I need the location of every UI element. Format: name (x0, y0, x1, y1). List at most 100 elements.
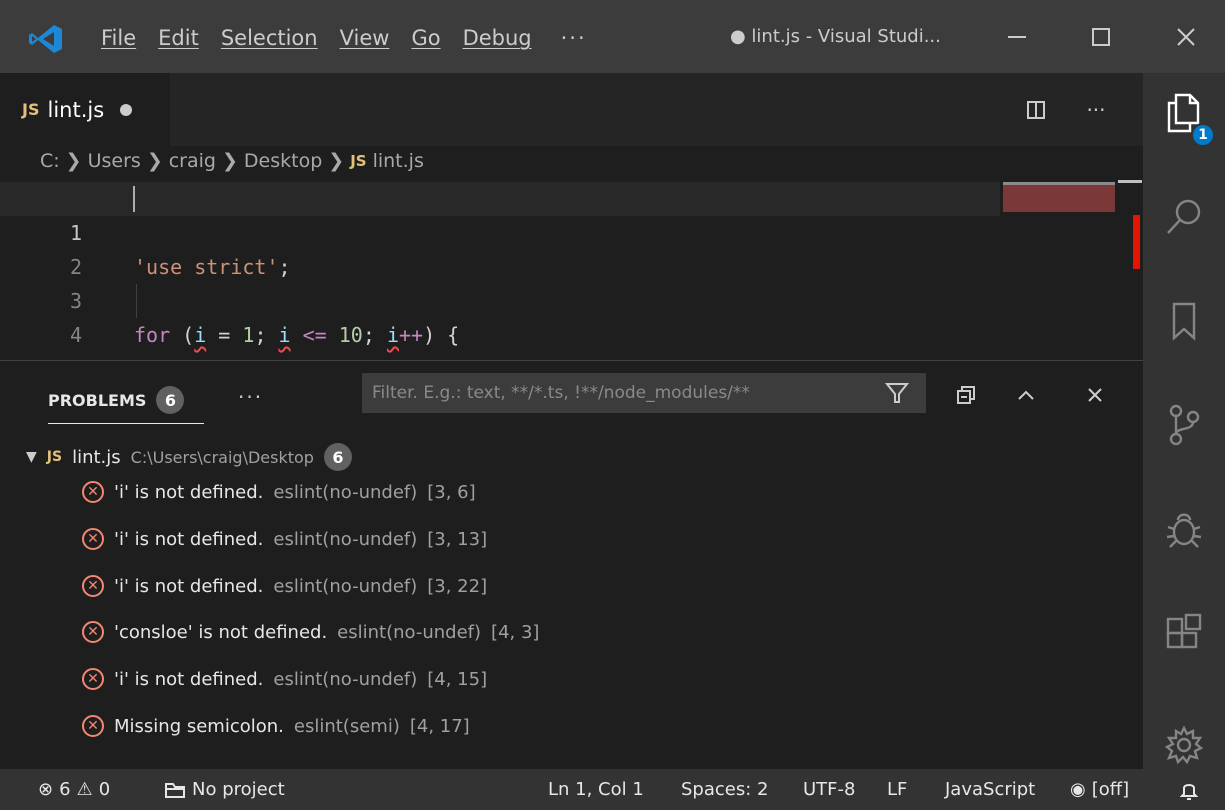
problem-message: 'i' is not defined. (114, 668, 264, 690)
live-share-label: [off] (1091, 779, 1130, 800)
close-icon (1177, 27, 1195, 46)
problems-file-count-badge: 6 (323, 443, 352, 471)
search-button[interactable] (1143, 177, 1225, 257)
close-window-button[interactable] (1150, 0, 1222, 73)
js-file-icon: JS (46, 449, 63, 465)
explorer-badge: 1 (1191, 123, 1215, 147)
filter-placeholder: Filter. E.g.: text, **/*.ts, !**/node_mo… (372, 383, 750, 403)
source-control-button[interactable] (1143, 385, 1225, 465)
problem-position: [4, 17] (409, 715, 470, 737)
extensions-button[interactable] (1143, 593, 1225, 673)
code-editor[interactable]: 1 'use strict'; 2 3 for (i = 1; i <= 10;… (0, 182, 1143, 415)
broadcast-icon: ◉ (1070, 779, 1086, 800)
warning-count: 0 (98, 779, 111, 800)
tab-lint-js[interactable]: JS lint.js (0, 73, 170, 146)
chevron-up-icon (1018, 390, 1034, 400)
project-label: No project (192, 779, 285, 800)
panel-more-button[interactable]: ··· (238, 385, 263, 409)
menu-file[interactable]: File (90, 24, 147, 52)
language-status[interactable]: JavaScript (945, 769, 1035, 810)
unsaved-dot-icon[interactable] (120, 103, 133, 116)
menu-edit[interactable]: Edit (147, 24, 210, 52)
problems-panel: PROBLEMS 6 ··· Filter. E.g.: text, **/*.… (0, 360, 1143, 769)
debug-button[interactable] (1143, 489, 1225, 569)
bell-icon (1180, 783, 1198, 800)
eol-status[interactable]: LF (887, 769, 907, 810)
problems-status[interactable]: ⊗ 6 ⚠ 0 (38, 769, 110, 810)
menu-selection[interactable]: Selection (210, 24, 329, 52)
error-count: 6 (59, 779, 71, 800)
problem-item[interactable]: ✕ 'i' is not defined. eslint(no-undef) [… (82, 662, 487, 696)
breadcrumb-users[interactable]: Users (88, 150, 141, 172)
scrollbar-error-marker (1133, 215, 1140, 269)
live-share-status[interactable]: ◉ [off] (1070, 769, 1129, 810)
close-panel-button[interactable] (1075, 379, 1115, 411)
bookmarks-button[interactable] (1143, 281, 1225, 361)
code-line[interactable]: 5 } (0, 318, 1000, 415)
problem-position: [3, 6] (427, 481, 476, 503)
problem-item[interactable]: ✕ 'consloe' is not defined. eslint(no-un… (82, 615, 539, 649)
chevron-down-icon: ▼ (26, 449, 37, 465)
minimize-button[interactable] (981, 0, 1053, 73)
problem-item[interactable]: ✕ 'i' is not defined. eslint(no-undef) [… (82, 569, 487, 603)
error-icon: ⊗ (38, 779, 54, 800)
code-line[interactable]: 4 consloe.log(i) (0, 284, 1000, 381)
source-control-icon (1169, 404, 1200, 446)
problem-message: 'i' is not defined. (114, 575, 264, 597)
error-icon: ✕ (82, 621, 104, 643)
explorer-button[interactable]: 1 (1143, 73, 1225, 153)
menu-debug[interactable]: Debug (452, 24, 543, 52)
problem-position: [4, 15] (427, 668, 488, 690)
problems-tab-label: PROBLEMS (48, 390, 147, 410)
problem-item[interactable]: ✕ 'i' is not defined. eslint(no-undef) [… (82, 475, 476, 509)
breadcrumb-file[interactable]: lint.js (373, 150, 424, 172)
code-line[interactable]: 2 (0, 216, 1000, 279)
problem-source: eslint(no-undef) (273, 575, 418, 597)
problem-source: eslint(no-undef) (337, 621, 482, 643)
error-icon: ✕ (82, 575, 104, 597)
menu-view[interactable]: View (329, 24, 401, 52)
problem-source: eslint(no-undef) (273, 668, 418, 690)
cursor-position-status[interactable]: Ln 1, Col 1 (548, 769, 644, 810)
extensions-icon (1166, 613, 1202, 649)
breadcrumb: C: ❯ Users ❯ craig ❯ Desktop ❯ JS lint.j… (40, 150, 424, 172)
collapse-all-button[interactable] (946, 379, 986, 411)
chevron-right-icon: ❯ (65, 150, 82, 172)
project-status[interactable]: No project (164, 769, 285, 810)
split-editor-button[interactable] (1016, 93, 1056, 127)
chevron-right-icon: ❯ (221, 150, 238, 172)
problems-filter-input[interactable]: Filter. E.g.: text, **/*.ts, !**/node_mo… (362, 373, 926, 413)
minimap-slider[interactable] (1003, 182, 1115, 185)
title-bar: File Edit Selection View Go Debug ··· ● … (0, 0, 1225, 73)
breadcrumb-craig[interactable]: craig (169, 150, 216, 172)
problem-message: 'consloe' is not defined. (114, 621, 328, 643)
breadcrumb-desktop[interactable]: Desktop (244, 150, 322, 172)
problems-count-badge: 6 (156, 386, 185, 414)
bookmark-icon (1172, 302, 1196, 341)
menu-go[interactable]: Go (400, 24, 451, 52)
tab-problems[interactable]: PROBLEMS 6 (48, 386, 185, 414)
minimap[interactable] (1003, 182, 1115, 212)
js-file-icon: JS (350, 152, 367, 170)
problems-file-row[interactable]: ▼ JS lint.js C:\Users\craig\Desktop 6 (26, 441, 352, 473)
maximize-button[interactable] (1065, 0, 1137, 73)
problem-position: [3, 22] (427, 575, 488, 597)
menu-more[interactable]: ··· (543, 24, 598, 52)
problem-message: Missing semicolon. (114, 715, 284, 737)
code-line[interactable]: 3 for (i = 1; i <= 10; i++) { (0, 250, 1000, 347)
problem-item[interactable]: ✕ Missing semicolon. eslint(semi) [4, 17… (82, 709, 470, 743)
maximize-panel-button[interactable] (1006, 379, 1046, 411)
tab-bar: JS lint.js ··· (0, 73, 1143, 146)
encoding-status[interactable]: UTF-8 (803, 769, 855, 810)
status-bar: ⊗ 6 ⚠ 0 No project Ln 1, Col 1 Spaces: 2… (0, 769, 1225, 810)
code-line[interactable]: 1 'use strict'; (0, 182, 1000, 279)
notifications-button[interactable] (1180, 769, 1198, 810)
chevron-right-icon: ❯ (146, 150, 163, 172)
filter-icon[interactable] (884, 380, 910, 406)
problem-item[interactable]: ✕ 'i' is not defined. eslint(no-undef) [… (82, 522, 487, 556)
vscode-logo-icon (29, 25, 62, 53)
breadcrumb-drive[interactable]: C: (40, 150, 60, 172)
indentation-status[interactable]: Spaces: 2 (681, 769, 768, 810)
problem-message: 'i' is not defined. (114, 481, 264, 503)
editor-more-button[interactable]: ··· (1076, 93, 1116, 127)
